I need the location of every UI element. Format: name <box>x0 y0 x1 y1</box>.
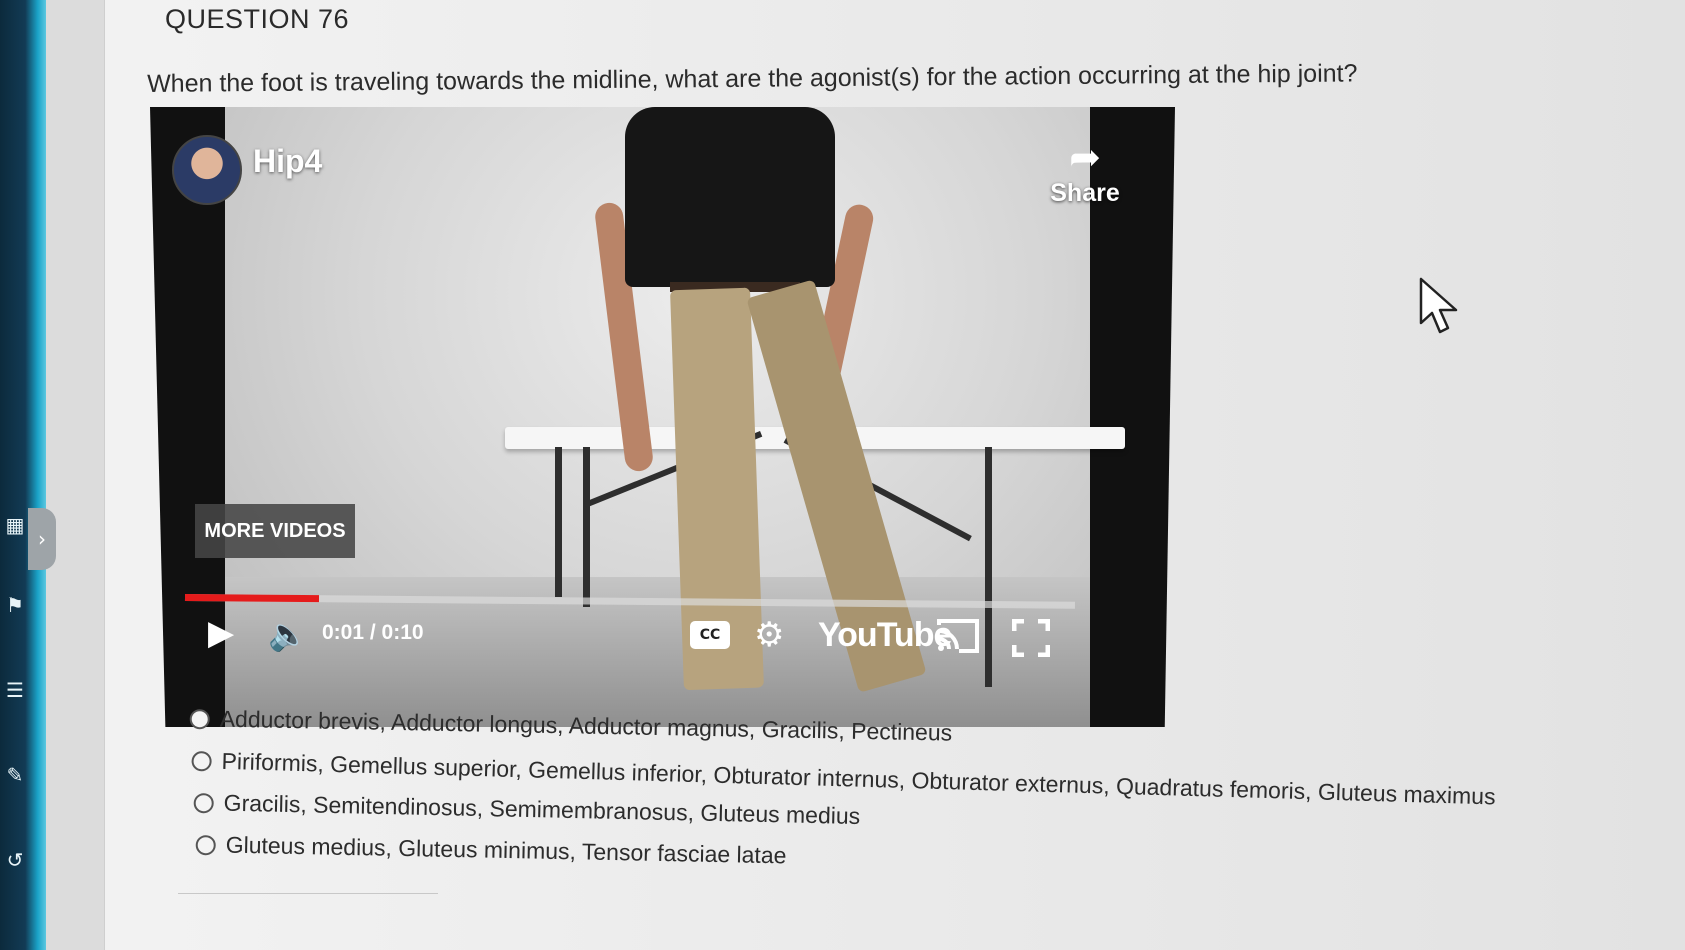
person <box>625 107 835 287</box>
left-tool-rail: ▦ ⚑ ☰ ✎ ↺ <box>0 0 46 950</box>
play-icon[interactable]: ▶ <box>208 613 234 653</box>
fullscreen-icon[interactable] <box>1011 618 1051 661</box>
sidebar-toggle-button[interactable]: › <box>28 508 56 570</box>
progress-played <box>184 594 319 603</box>
history-icon[interactable]: ↺ <box>4 845 26 875</box>
share-label: Share <box>1050 179 1120 207</box>
captions-button[interactable]: CC <box>690 621 730 649</box>
volume-icon[interactable]: 🔈 <box>268 615 308 653</box>
divider <box>178 893 438 894</box>
share-button[interactable]: ➦ Share <box>1030 135 1140 208</box>
gear-icon[interactable]: ⚙ <box>754 615 784 655</box>
calculator-icon[interactable]: ▦ <box>4 510 26 540</box>
notes-icon[interactable]: ☰ <box>4 675 26 705</box>
edit-icon[interactable]: ✎ <box>4 760 26 790</box>
chevron-right-icon: › <box>38 527 46 551</box>
channel-avatar[interactable] <box>172 135 242 205</box>
question-number: QUESTION 76 <box>165 4 350 34</box>
more-videos-button[interactable]: MORE VIDEOS <box>195 504 355 558</box>
video-player[interactable]: Hip4 ➦ Share MORE VIDEOS ▶ 🔈 0:01 / 0:10… <box>150 107 1175 727</box>
share-arrow-icon: ➦ <box>1069 135 1101 179</box>
youtube-logo[interactable]: YouTube <box>818 616 952 655</box>
left-gutter <box>46 0 105 950</box>
cast-icon[interactable] <box>935 617 981 659</box>
mouse-pointer-icon <box>1418 277 1462 337</box>
video-controls: ▶ 🔈 0:01 / 0:10 CC ⚙ YouTube <box>150 607 1175 667</box>
flag-icon[interactable]: ⚑ <box>4 590 26 620</box>
time-display: 0:01 / 0:10 <box>322 621 424 644</box>
video-title[interactable]: Hip4 <box>253 143 322 180</box>
